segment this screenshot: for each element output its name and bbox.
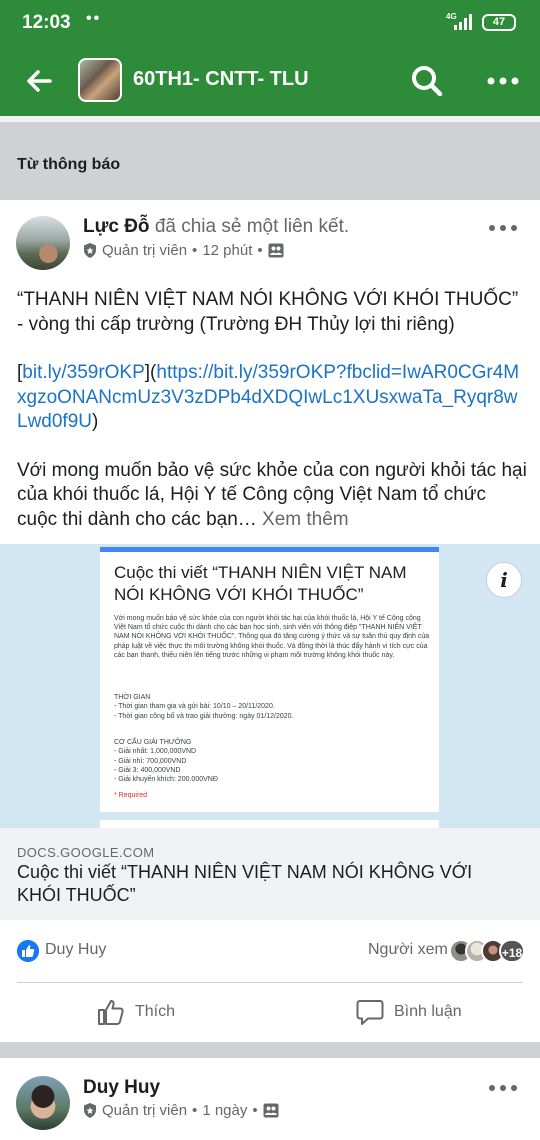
admin-shield-icon: [84, 1103, 96, 1118]
info-icon[interactable]: i: [486, 562, 522, 598]
form-preview-card: Cuộc thi viết “THANH NIÊN VIỆT NAM NÓI K…: [100, 547, 439, 812]
form-next-card: [100, 820, 439, 828]
form-required-note: * Required: [114, 792, 148, 799]
liker-name[interactable]: Duy Huy: [45, 941, 106, 959]
form-prize-item: - Giải 3: 400,000VND: [114, 766, 181, 774]
short-link[interactable]: bit.ly/359rOKP: [22, 362, 145, 383]
search-icon[interactable]: [410, 64, 444, 98]
post-meta: Quản trị viên • 12 phút •: [83, 242, 284, 259]
comment-button[interactable]: Bình luận: [356, 983, 462, 1041]
meta-separator: •: [257, 242, 263, 259]
form-time-heading: THỜI GIAN: [114, 694, 151, 701]
bracket: ](: [144, 362, 157, 383]
post-text: “THANH NIÊN VIỆT NAM NÓI KHÔNG VỚI KHÓI …: [17, 288, 527, 556]
admin-shield-icon: [84, 243, 96, 258]
form-time-item: - Thời gian tham gia và gửi bài: 10/10 –…: [114, 703, 275, 711]
post-time[interactable]: 1 ngày: [202, 1102, 247, 1119]
form-prize-item: - Giải nhì: 700,000VND: [114, 757, 187, 765]
link-domain: DOCS.GOOGLE.COM: [17, 845, 155, 860]
link-preview-meta[interactable]: DOCS.GOOGLE.COM Cuộc thi viết “THANH NIÊ…: [0, 828, 540, 920]
like-button[interactable]: Thích: [97, 983, 175, 1041]
like-reaction-icon[interactable]: [17, 940, 39, 962]
group-members-icon: [263, 1103, 279, 1118]
post-action-text: đã chia sẻ một liên kết.: [154, 216, 350, 237]
form-prize-item: - Giải khuyến khích: 200.000VNĐ: [114, 776, 218, 784]
from-notification-section: Từ thông báo: [0, 116, 540, 200]
link-preview-image[interactable]: Cuộc thi viết “THANH NIÊN VIỆT NAM NÓI K…: [0, 544, 540, 828]
post-actions: Thích Bình luận: [0, 983, 540, 1041]
post-paragraph: Với mong muốn bảo vệ sức khỏe của con ng…: [17, 459, 527, 533]
post-meta: Quản trị viên • 1 ngày •: [83, 1102, 279, 1119]
form-description: Với mong muốn bảo vệ sức khỏe của con ng…: [114, 615, 430, 659]
meta-separator: •: [192, 242, 198, 259]
post-card: Duy Huy Quản trị viên • 1 ngày •: [0, 1058, 540, 1140]
group-toolbar: 60TH1- CNTT- TLU: [0, 46, 540, 116]
form-prize-heading: CƠ CẤU GIẢI THƯỞNG: [114, 739, 192, 746]
viewers-count-badge: +18: [499, 939, 525, 963]
post-header: Lực Đỗ đã chia sẻ một liên kết.: [83, 216, 349, 238]
battery-icon: 47: [482, 14, 516, 31]
post-time[interactable]: 12 phút: [202, 242, 252, 259]
divider: [0, 116, 540, 122]
section-label: Từ thông báo: [17, 156, 121, 173]
author-role: Quản trị viên: [102, 242, 188, 259]
thumbs-up-icon: [98, 1000, 124, 1025]
comment-icon: [356, 1000, 384, 1025]
signal-icon: [454, 14, 472, 30]
status-bar: 12:03 •• 4G 47: [0, 0, 540, 46]
author-name[interactable]: Duy Huy: [83, 1077, 160, 1098]
author-role: Quản trị viên: [102, 1102, 188, 1119]
form-time-item: - Thời gian công bố và trao giải thưởng:…: [114, 712, 294, 720]
meta-separator: •: [192, 1102, 198, 1119]
viewers-label[interactable]: Người xem: [368, 941, 448, 959]
app-header: 12:03 •• 4G 47 60TH1- CNTT- TLU: [0, 0, 540, 116]
post-more-icon[interactable]: [488, 1082, 518, 1094]
like-label: Thích: [135, 1003, 176, 1020]
form-title: Cuộc thi viết “THANH NIÊN VIỆT NAM NÓI K…: [114, 563, 407, 604]
form-prize-section: CƠ CẤU GIẢI THƯỞNG - Giải nhất: 1,000,00…: [114, 738, 218, 784]
post-separator: [0, 1042, 540, 1058]
status-time: 12:03: [22, 12, 71, 33]
post-more-icon[interactable]: [488, 222, 518, 234]
notification-dots: ••: [86, 10, 102, 27]
form-prize-item: - Giải nhất: 1,000,000VND: [114, 748, 197, 756]
bracket: ): [92, 411, 99, 432]
back-arrow-icon[interactable]: [24, 66, 54, 96]
link-title: Cuộc thi viết “THANH NIÊN VIỆT NAM NÓI K…: [17, 862, 473, 905]
post-paragraph: “THANH NIÊN VIỆT NAM NÓI KHÔNG VỚI KHÓI …: [17, 289, 519, 335]
post-header: Duy Huy: [83, 1077, 160, 1099]
meta-separator: •: [252, 1102, 258, 1119]
post-card: Lực Đỗ đã chia sẻ một liên kết. Quản trị…: [0, 200, 540, 1042]
group-title[interactable]: 60TH1- CNTT- TLU: [133, 68, 309, 91]
see-more-link[interactable]: Xem thêm: [262, 509, 349, 530]
post-link-paragraph: [bit.ly/359rOKP](https://bit.ly/359rOKP?…: [17, 361, 527, 435]
viewer-avatars[interactable]: +18: [449, 939, 525, 963]
reactions-row: Duy Huy Người xem +18: [0, 920, 540, 982]
group-members-icon: [268, 243, 284, 258]
more-options-icon[interactable]: [486, 68, 520, 94]
avatar[interactable]: [16, 216, 70, 270]
avatar[interactable]: [16, 1076, 70, 1130]
group-avatar[interactable]: [78, 58, 122, 102]
author-name[interactable]: Lực Đỗ: [83, 216, 150, 237]
form-time-section: THỜI GIAN - Thời gian tham gia và gửi bà…: [114, 693, 294, 721]
comment-label: Bình luận: [394, 1003, 462, 1020]
